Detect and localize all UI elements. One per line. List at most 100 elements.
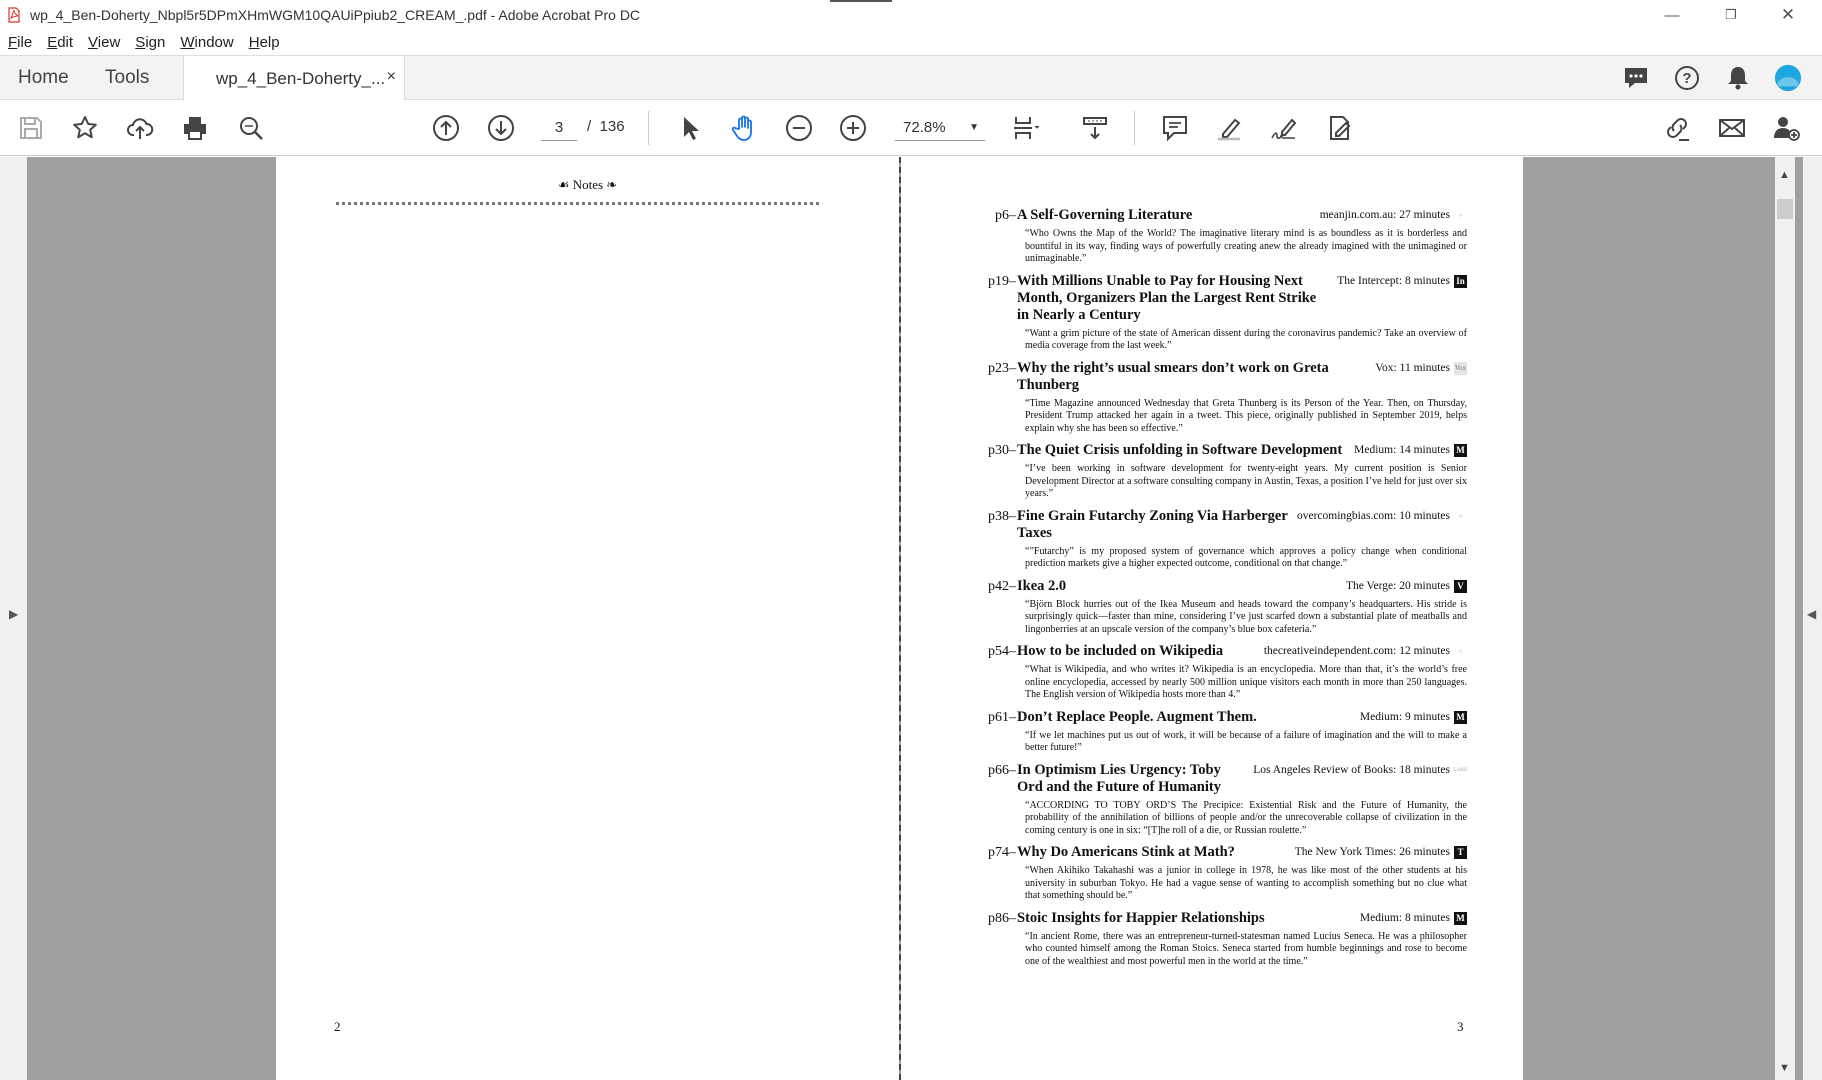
help-icon[interactable]: ? <box>1673 64 1701 92</box>
search-icon[interactable] <box>236 113 266 143</box>
article-entry: p23– Why the right’s usual smears don’t w… <box>983 360 1467 436</box>
menu-edit[interactable]: Edit <box>47 34 73 51</box>
article-source: The Intercept: 8 minutes <box>1337 274 1450 287</box>
article-title[interactable]: Why the right’s usual smears don’t work … <box>1017 360 1375 394</box>
next-page-icon[interactable] <box>486 113 516 143</box>
publisher-logo-icon: M <box>1454 911 1467 925</box>
menu-help[interactable]: Help <box>249 34 280 51</box>
vertical-scrollbar[interactable]: ▲ ▼ <box>1775 157 1795 1080</box>
article-title[interactable]: Don’t Replace People. Augment Them. <box>1017 709 1360 726</box>
article-page-ref[interactable]: p61– <box>983 709 1016 726</box>
tab-tools[interactable]: Tools <box>105 56 149 100</box>
article-source: thecreativeindependent.com: 12 minutes <box>1263 645 1450 657</box>
tab-document[interactable]: wp_4_Ben-Doherty_... × <box>183 56 405 101</box>
article-entry: p38– Fine Grain Futarchy Zoning Via Harbe… <box>983 508 1467 571</box>
article-page-ref[interactable]: p6– <box>983 207 1016 224</box>
chevron-down-icon: ▼ <box>969 122 979 133</box>
article-title[interactable]: How to be included on Wikipedia <box>1017 643 1264 660</box>
user-avatar[interactable] <box>1774 64 1802 92</box>
article-page-ref[interactable]: p74– <box>983 844 1016 861</box>
article-title[interactable]: Ikea 2.0 <box>1017 578 1346 595</box>
menu-file[interactable]: File <box>8 34 32 51</box>
menu-view[interactable]: View <box>88 34 120 51</box>
restore-button[interactable]: ❐ <box>1708 0 1754 30</box>
article-title[interactable]: A Self-Governing Literature <box>1017 207 1320 224</box>
article-entry: p66– In Optimism Lies Urgency: Toby Ord a… <box>983 762 1467 838</box>
right-pane-toggle[interactable]: ◀ <box>1803 157 1822 1080</box>
scrollbar-thumb[interactable] <box>1777 199 1793 219</box>
page-count: / 136 <box>587 118 625 135</box>
article-page-ref[interactable]: p54– <box>983 643 1016 660</box>
tab-close-button[interactable]: × <box>387 68 396 86</box>
article-entry-header: p54– How to be included on Wikipedia thecr… <box>983 643 1467 660</box>
print-icon[interactable] <box>180 113 210 143</box>
article-entry-header: p38– Fine Grain Futarchy Zoning Via Harbe… <box>983 508 1467 542</box>
scroll-mode-icon[interactable] <box>1080 113 1110 143</box>
comments-icon[interactable] <box>1622 64 1650 92</box>
article-title[interactable]: Stoic Insights for Happier Relationships <box>1017 910 1360 927</box>
bookmark-star-icon[interactable] <box>70 113 100 143</box>
article-page-ref[interactable]: p38– <box>983 508 1016 525</box>
share-link-icon[interactable] <box>1662 113 1692 143</box>
page-number-input[interactable]: 3 <box>541 115 577 141</box>
article-excerpt: “When Akihiko Takahashi was a junior in … <box>1025 865 1467 901</box>
article-page-ref[interactable]: p30– <box>983 442 1016 459</box>
menu-window[interactable]: Window <box>180 34 233 51</box>
highlight-pen-icon[interactable] <box>1214 113 1244 143</box>
article-source: Medium: 14 minutes <box>1354 444 1450 456</box>
article-title[interactable]: The Quiet Crisis unfolding in Software D… <box>1017 442 1354 459</box>
menu-sign[interactable]: Sign <box>135 34 165 51</box>
fill-sign-icon[interactable] <box>1324 113 1354 143</box>
publisher-logo-icon: M <box>1454 444 1467 457</box>
article-page-ref[interactable]: p23– <box>983 360 1016 377</box>
page-number-right: 3 <box>1457 1019 1464 1034</box>
hand-tool-icon[interactable] <box>729 113 759 143</box>
page-layout-icon[interactable] <box>1010 113 1040 143</box>
scroll-down-icon[interactable]: ▼ <box>1779 1062 1790 1074</box>
total-pages: 136 <box>599 118 625 135</box>
select-cursor-icon[interactable] <box>675 113 705 143</box>
zoom-out-icon[interactable] <box>784 113 814 143</box>
article-excerpt: “If we let machines put us out of work, … <box>1025 729 1467 754</box>
article-entry: p19– With Millions Unable to Pay for Hous… <box>983 273 1467 353</box>
add-user-icon[interactable] <box>1771 113 1801 143</box>
document-viewport[interactable]: ▶ ☙ Notes ❧ 2 p6– A Self-Governing Litera… <box>0 157 1822 1080</box>
expand-right-pane-icon[interactable]: ◀ <box>1807 607 1816 621</box>
tab-home[interactable]: Home <box>18 56 69 100</box>
article-page-ref[interactable]: p86– <box>983 910 1016 927</box>
save-icon[interactable] <box>16 113 46 143</box>
article-entry-header: p74– Why Do Americans Stink at Math? The N… <box>983 844 1467 861</box>
signature-pen-icon[interactable] <box>1269 113 1299 143</box>
minimize-button[interactable]: — <box>1649 0 1695 30</box>
article-title[interactable]: With Millions Unable to Pay for Housing … <box>1017 273 1337 324</box>
article-entry: p61– Don’t Replace People. Augment Them. M… <box>983 709 1467 755</box>
article-title[interactable]: In Optimism Lies Urgency: Toby Ord and t… <box>1017 762 1253 796</box>
cloud-upload-icon[interactable] <box>125 113 155 143</box>
left-pane-toggle[interactable]: ▶ <box>0 157 27 1080</box>
zoom-in-icon[interactable] <box>838 113 868 143</box>
article-page-ref[interactable]: p42– <box>983 578 1016 595</box>
email-icon[interactable] <box>1717 113 1747 143</box>
title-drag-indicator <box>830 0 892 2</box>
expand-left-pane-icon[interactable]: ▶ <box>9 607 18 621</box>
article-source: The New York Times: 26 minutes <box>1294 846 1450 858</box>
publisher-logo-icon: T <box>1454 846 1467 859</box>
article-excerpt: “Björn Block hurries out of the Ikea Mus… <box>1025 598 1467 635</box>
close-window-button[interactable]: ✕ <box>1765 0 1811 30</box>
comment-icon[interactable] <box>1160 113 1190 143</box>
article-entry: p86– Stoic Insights for Happier Relations… <box>983 910 1467 969</box>
article-entry: p42– Ikea 2.0 The Verge: 20 minutes V “Björn… <box>983 578 1467 637</box>
zoom-level-select[interactable]: 72.8% ▼ <box>895 115 985 141</box>
article-entry-header: p23– Why the right’s usual smears don’t w… <box>983 360 1467 394</box>
toolbar-divider <box>648 111 649 145</box>
article-page-ref[interactable]: p19– <box>983 273 1016 290</box>
previous-page-icon[interactable] <box>431 113 461 143</box>
article-title[interactable]: Why Do Americans Stink at Math? <box>1017 844 1295 861</box>
article-title[interactable]: Fine Grain Futarchy Zoning Via Harberger… <box>1017 508 1297 542</box>
article-page-ref[interactable]: p66– <box>983 762 1016 779</box>
scroll-up-icon[interactable]: ▲ <box>1779 169 1790 181</box>
notifications-bell-icon[interactable] <box>1724 64 1752 92</box>
article-excerpt: “Time Magazine announced Wednesday that … <box>1025 397 1467 434</box>
article-entry-header: p19– With Millions Unable to Pay for Hous… <box>983 273 1467 324</box>
publisher-logo-icon: M <box>1454 710 1467 724</box>
